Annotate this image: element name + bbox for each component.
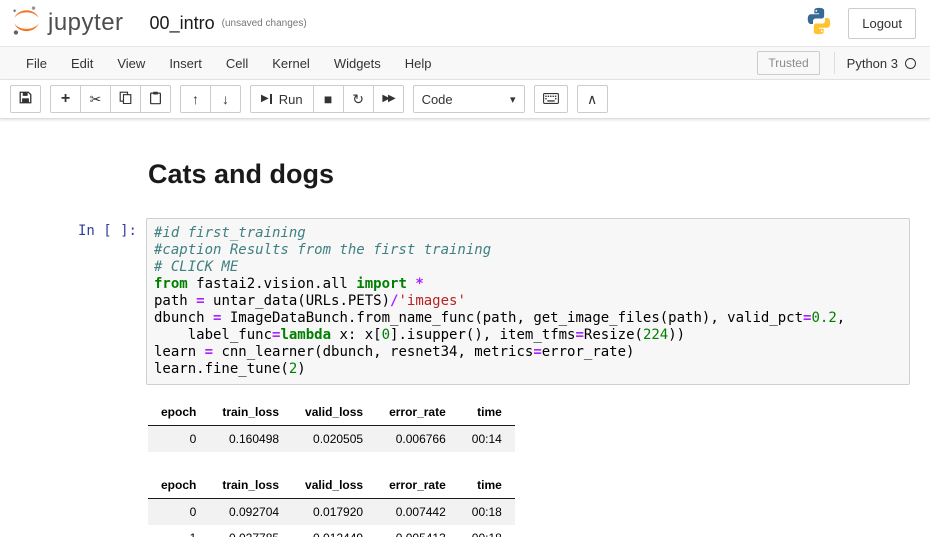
move-down-button[interactable]: ↓: [210, 85, 241, 113]
cut-cell-button[interactable]: ✂: [80, 85, 111, 113]
logo-text: jupyter: [48, 9, 124, 37]
training-results-table-2: epochtrain_lossvalid_losserror_ratetime0…: [148, 472, 910, 537]
notebook-title[interactable]: 00_intro: [150, 13, 215, 34]
kernel-name: Python 3: [847, 56, 898, 71]
output-cell: epochtrain_lossvalid_losserror_ratetime0…: [0, 399, 910, 537]
markdown-content: Cats and dogs: [146, 159, 334, 196]
move-up-button[interactable]: ↑: [180, 85, 211, 113]
run-label: Run: [279, 92, 303, 107]
code-cell[interactable]: In [ ]: #id first_training#caption Resul…: [0, 218, 910, 385]
save-icon: [19, 91, 32, 107]
markdown-prompt: [0, 159, 146, 196]
output-content: epochtrain_lossvalid_losserror_ratetime0…: [146, 399, 910, 537]
code-input-area[interactable]: #id first_training#caption Results from …: [146, 218, 910, 385]
python-logo-icon: [804, 6, 834, 41]
menu-view[interactable]: View: [105, 48, 157, 79]
menu-kernel[interactable]: Kernel: [260, 48, 322, 79]
restart-icon: ↻: [352, 92, 364, 106]
chevron-up-icon: ∧: [587, 92, 597, 106]
training-results-table-1: epochtrain_lossvalid_losserror_ratetime0…: [148, 399, 910, 452]
arrow-up-icon: ↑: [192, 92, 199, 106]
save-status: (unsaved changes): [222, 18, 307, 29]
command-palette-button[interactable]: [534, 85, 568, 113]
interrupt-kernel-button[interactable]: ■: [313, 85, 344, 113]
menu-insert[interactable]: Insert: [157, 48, 214, 79]
copy-icon: [119, 91, 132, 107]
run-icon: ▶: [261, 94, 272, 104]
logout-button[interactable]: Logout: [848, 8, 916, 39]
menu-file[interactable]: File: [14, 48, 59, 79]
kernel-idle-icon: [905, 58, 916, 69]
copy-cell-button[interactable]: [110, 85, 141, 113]
markdown-cell[interactable]: Cats and dogs: [0, 159, 910, 196]
restart-kernel-button[interactable]: ↻: [343, 85, 374, 113]
trusted-badge[interactable]: Trusted: [757, 51, 819, 75]
keyboard-icon: [543, 92, 559, 107]
jupyter-logo[interactable]: jupyter: [10, 4, 124, 42]
cell-type-value: Code: [422, 92, 453, 107]
run-button[interactable]: ▶ Run: [250, 85, 314, 113]
toolbar: + ✂ ↑ ↓: [0, 80, 930, 119]
header: jupyter 00_intro (unsaved changes) Logou…: [0, 0, 930, 46]
plus-icon: +: [61, 91, 70, 107]
menu-cell[interactable]: Cell: [214, 48, 260, 79]
jupyter-planet-icon: [10, 4, 43, 42]
menubar: File Edit View Insert Cell Kernel Widget…: [0, 46, 930, 80]
notebook-area: Cats and dogs In [ ]: #id first_training…: [0, 119, 930, 537]
save-button[interactable]: [10, 85, 41, 113]
divider: [834, 52, 835, 74]
fast-forward-icon: ▶▶: [382, 94, 393, 104]
page-title: Cats and dogs: [148, 159, 334, 190]
arrow-down-icon: ↓: [222, 92, 229, 106]
add-cell-button[interactable]: +: [50, 85, 81, 113]
paste-cell-button[interactable]: [140, 85, 171, 113]
toolbar-extra-button[interactable]: ∧: [577, 85, 608, 113]
input-prompt: In [ ]:: [0, 218, 146, 385]
output-prompt: [0, 399, 146, 537]
menu-widgets[interactable]: Widgets: [322, 48, 393, 79]
code-lines: #id first_training#caption Results from …: [154, 225, 902, 378]
chevron-down-icon: ▾: [510, 93, 516, 106]
stop-icon: ■: [324, 92, 332, 106]
restart-run-all-button[interactable]: ▶▶: [373, 85, 404, 113]
menu-edit[interactable]: Edit: [59, 48, 105, 79]
paste-icon: [149, 91, 162, 108]
cell-type-dropdown[interactable]: Code ▾: [413, 85, 525, 113]
cut-icon: ✂: [90, 92, 102, 106]
menu-help[interactable]: Help: [393, 48, 444, 79]
